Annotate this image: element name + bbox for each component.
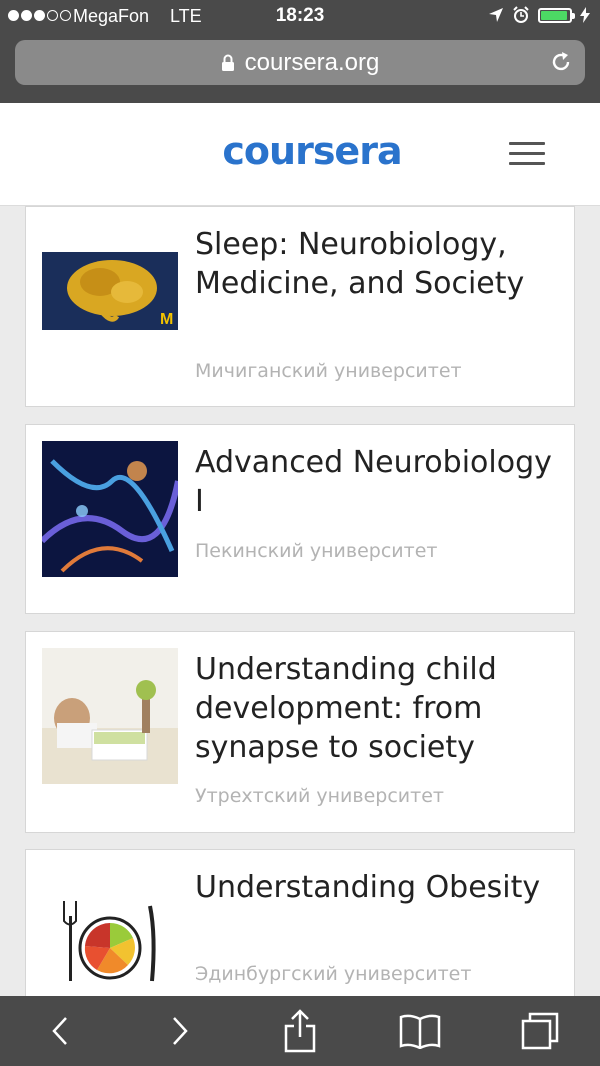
course-thumbnail-brain[interactable]: M bbox=[42, 252, 178, 330]
plate-with-cutlery-image bbox=[42, 866, 178, 1002]
share-icon bbox=[284, 1009, 316, 1053]
course-card[interactable]: Advanced Neurobiology I Пекинский универ… bbox=[25, 424, 575, 614]
reload-icon[interactable] bbox=[549, 50, 573, 74]
course-title[interactable]: Understanding Obesity bbox=[195, 868, 562, 907]
forward-icon bbox=[173, 1017, 188, 1045]
back-button[interactable] bbox=[35, 1006, 85, 1056]
course-title[interactable]: Understanding child development: from sy… bbox=[195, 650, 562, 767]
course-title[interactable]: Advanced Neurobiology I bbox=[195, 443, 562, 521]
svg-text:M: M bbox=[160, 311, 173, 328]
location-arrow-icon bbox=[489, 8, 503, 22]
forward-button[interactable] bbox=[155, 1006, 205, 1056]
address-bar[interactable]: coursera.org bbox=[15, 40, 585, 85]
bookmarks-icon bbox=[399, 1014, 441, 1049]
course-thumbnail-plate[interactable] bbox=[42, 866, 178, 1002]
course-thumbnail-child[interactable] bbox=[42, 648, 178, 784]
tabs-icon bbox=[521, 1012, 559, 1050]
battery-icon bbox=[538, 7, 575, 23]
course-card[interactable]: Understanding Obesity Эдинбургский униве… bbox=[25, 849, 575, 1009]
brain-image: M bbox=[42, 252, 178, 330]
share-button[interactable] bbox=[275, 1006, 325, 1056]
lock-icon bbox=[221, 54, 234, 71]
status-bar: MegaFon LTE 18:23 bbox=[0, 0, 600, 34]
course-card[interactable]: Understanding child development: from sy… bbox=[25, 631, 575, 833]
status-icons bbox=[488, 6, 590, 24]
course-thumbnail-neurons[interactable] bbox=[42, 441, 178, 577]
bookmarks-button[interactable] bbox=[395, 1006, 445, 1056]
tabs-button[interactable] bbox=[515, 1006, 565, 1056]
course-org: Эдинбургский университет bbox=[195, 963, 472, 985]
course-title[interactable]: Sleep: Neurobiology, Medicine, and Socie… bbox=[195, 225, 562, 303]
child-playing-image bbox=[42, 648, 178, 784]
charging-icon bbox=[580, 7, 590, 23]
course-org: Пекинский университет bbox=[195, 540, 438, 562]
course-card[interactable]: M Sleep: Neurobiology, Medicine, and Soc… bbox=[25, 206, 575, 407]
neurons-image bbox=[42, 441, 178, 577]
course-org: Утрехтский университет bbox=[195, 785, 444, 807]
back-icon bbox=[52, 1017, 67, 1045]
menu-icon[interactable] bbox=[509, 142, 545, 168]
browser-chrome: MegaFon LTE 18:23 coursera.org bbox=[0, 0, 600, 103]
browser-toolbar bbox=[0, 996, 600, 1066]
url-text[interactable]: coursera.org bbox=[245, 49, 380, 77]
alarm-icon bbox=[513, 6, 529, 23]
course-org: Мичиганский университет bbox=[195, 360, 462, 382]
